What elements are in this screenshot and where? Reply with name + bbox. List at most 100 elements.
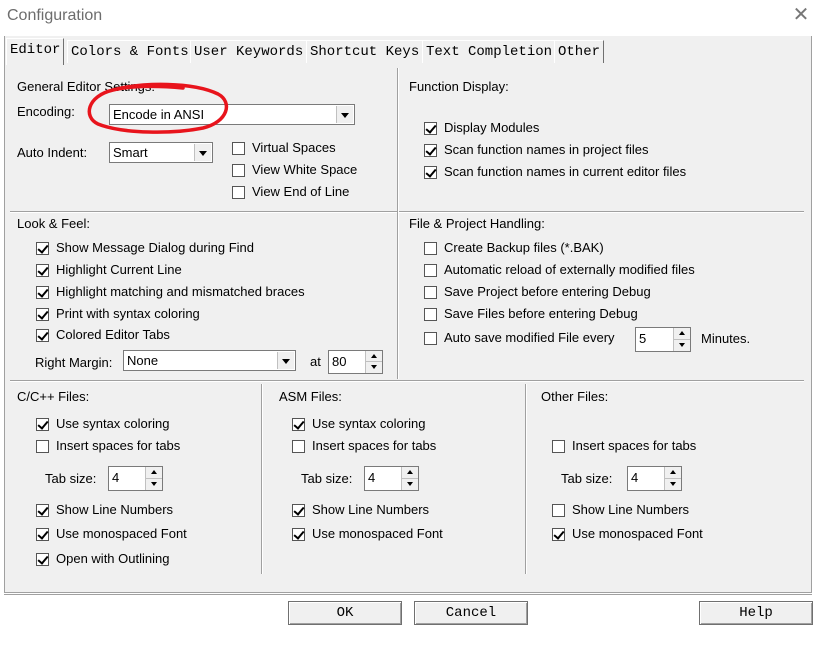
auto-save-interval[interactable]: 5: [639, 331, 646, 346]
display-modules-checkbox[interactable]: [424, 122, 437, 135]
minutes-label: Minutes.: [701, 331, 751, 346]
highlight-braces-checkbox[interactable]: [36, 286, 49, 299]
asm-syntax-label: Use syntax coloring: [312, 416, 426, 431]
cpp-syntax-checkbox[interactable]: [36, 418, 49, 431]
asm-monospaced-checkbox[interactable]: [292, 528, 305, 541]
cpp-syntax-label: Use syntax coloring: [56, 416, 170, 431]
create-backup-label: Create Backup files (*.BAK): [444, 240, 604, 255]
print-syntax-checkbox[interactable]: [36, 308, 49, 321]
cpp-tab-size-stepper[interactable]: 4: [108, 466, 163, 491]
spin-up-icon[interactable]: [674, 328, 690, 340]
cpp-insert-spaces-checkbox[interactable]: [36, 440, 49, 453]
close-icon[interactable]: ✕: [790, 4, 812, 26]
annotation-stroke: [87, 82, 229, 134]
spin-up-icon[interactable]: [665, 467, 681, 479]
asm-tab-size-stepper[interactable]: 4: [364, 466, 419, 491]
separator: [10, 211, 804, 213]
other-tab-size-label: Tab size:: [561, 471, 613, 486]
scan-current-checkbox[interactable]: [424, 166, 437, 179]
cpp-outlining-checkbox[interactable]: [36, 553, 49, 566]
right-margin-select[interactable]: None: [123, 350, 296, 371]
virtual-spaces-checkbox[interactable]: [232, 142, 245, 155]
tab-colors-fonts[interactable]: Colors & Fonts: [67, 40, 193, 63]
right-margin-column[interactable]: 80: [332, 354, 346, 369]
show-message-label: Show Message Dialog during Find: [56, 240, 254, 255]
asm-tab-size-value[interactable]: 4: [368, 470, 375, 485]
spin-down-icon[interactable]: [366, 362, 382, 373]
scan-project-label: Scan function names in project files: [444, 142, 649, 157]
cpp-monospaced-checkbox[interactable]: [36, 528, 49, 541]
auto-indent-select[interactable]: Smart: [109, 142, 213, 163]
cpp-line-numbers-label: Show Line Numbers: [56, 502, 174, 517]
other-insert-spaces-checkbox[interactable]: [552, 440, 565, 453]
spin-down-icon[interactable]: [402, 479, 418, 491]
tab-shortcut-keys[interactable]: Shortcut Keys: [306, 40, 424, 63]
save-project-checkbox[interactable]: [424, 286, 437, 299]
cancel-button[interactable]: Cancel: [414, 601, 528, 625]
chevron-down-icon[interactable]: [277, 352, 294, 369]
asm-files-heading: ASM Files:: [279, 389, 342, 404]
asm-line-numbers-label: Show Line Numbers: [312, 502, 430, 517]
chevron-down-icon[interactable]: [336, 106, 353, 123]
other-files-heading: Other Files:: [541, 389, 609, 404]
separator: [525, 384, 527, 574]
cpp-insert-spaces-label: Insert spaces for tabs: [56, 438, 181, 453]
tab-user-keywords[interactable]: User Keywords: [190, 40, 308, 63]
spin-down-icon[interactable]: [146, 479, 162, 491]
auto-indent-label: Auto Indent:: [17, 145, 88, 160]
cpp-line-numbers-checkbox[interactable]: [36, 504, 49, 517]
auto-reload-checkbox[interactable]: [424, 264, 437, 277]
spin-up-icon[interactable]: [402, 467, 418, 479]
other-insert-spaces-label: Insert spaces for tabs: [572, 438, 697, 453]
file-project-heading: File & Project Handling:: [409, 216, 545, 231]
cpp-monospaced-label: Use monospaced Font: [56, 526, 187, 541]
cpp-outlining-label: Open with Outlining: [56, 551, 170, 566]
view-end-of-line-label: View End of Line: [252, 184, 350, 199]
auto-indent-value: Smart: [113, 145, 148, 160]
function-display-heading: Function Display:: [409, 79, 509, 94]
asm-insert-spaces-checkbox[interactable]: [292, 440, 305, 453]
colored-tabs-checkbox[interactable]: [36, 329, 49, 342]
right-margin-stepper[interactable]: 80: [328, 350, 383, 374]
highlight-line-checkbox[interactable]: [36, 264, 49, 277]
scan-project-checkbox[interactable]: [424, 144, 437, 157]
cpp-tab-size-value[interactable]: 4: [112, 470, 119, 485]
asm-tab-size-label: Tab size:: [301, 471, 353, 486]
spin-buttons: [401, 467, 418, 490]
auto-reload-label: Automatic reload of externally modified …: [444, 262, 695, 277]
view-white-space-checkbox[interactable]: [232, 164, 245, 177]
create-backup-checkbox[interactable]: [424, 242, 437, 255]
spin-down-icon[interactable]: [674, 340, 690, 352]
tab-editor[interactable]: Editor: [6, 38, 65, 65]
ok-button[interactable]: OK: [288, 601, 402, 625]
view-end-of-line-checkbox[interactable]: [232, 186, 245, 199]
spin-buttons: [145, 467, 162, 490]
other-monospaced-checkbox[interactable]: [552, 528, 565, 541]
tab-text-completion[interactable]: Text Completion: [422, 40, 557, 63]
other-tab-size-stepper[interactable]: 4: [627, 466, 682, 491]
auto-save-checkbox[interactable]: [424, 332, 437, 345]
spin-up-icon[interactable]: [366, 351, 382, 362]
annotation-circle: [87, 82, 229, 134]
asm-syntax-checkbox[interactable]: [292, 418, 305, 431]
chevron-down-icon[interactable]: [194, 144, 211, 161]
spin-down-icon[interactable]: [665, 479, 681, 491]
save-files-checkbox[interactable]: [424, 308, 437, 321]
spin-up-icon[interactable]: [146, 467, 162, 479]
display-modules-label: Display Modules: [444, 120, 540, 135]
separator: [397, 68, 399, 379]
tab-other[interactable]: Other: [554, 40, 605, 63]
other-line-numbers-checkbox[interactable]: [552, 504, 565, 517]
separator: [261, 384, 263, 574]
auto-save-stepper[interactable]: 5: [635, 327, 691, 352]
other-line-numbers-label: Show Line Numbers: [572, 502, 690, 517]
look-feel-heading: Look & Feel:: [17, 216, 90, 231]
show-message-checkbox[interactable]: [36, 242, 49, 255]
view-white-space-label: View White Space: [252, 162, 358, 177]
window-title: Configuration: [7, 7, 103, 24]
asm-line-numbers-checkbox[interactable]: [292, 504, 305, 517]
right-margin-label: Right Margin:: [35, 355, 113, 370]
other-tab-size-value[interactable]: 4: [631, 470, 638, 485]
auto-save-label: Auto save modified File every: [444, 330, 615, 345]
help-button[interactable]: Help: [699, 601, 813, 625]
